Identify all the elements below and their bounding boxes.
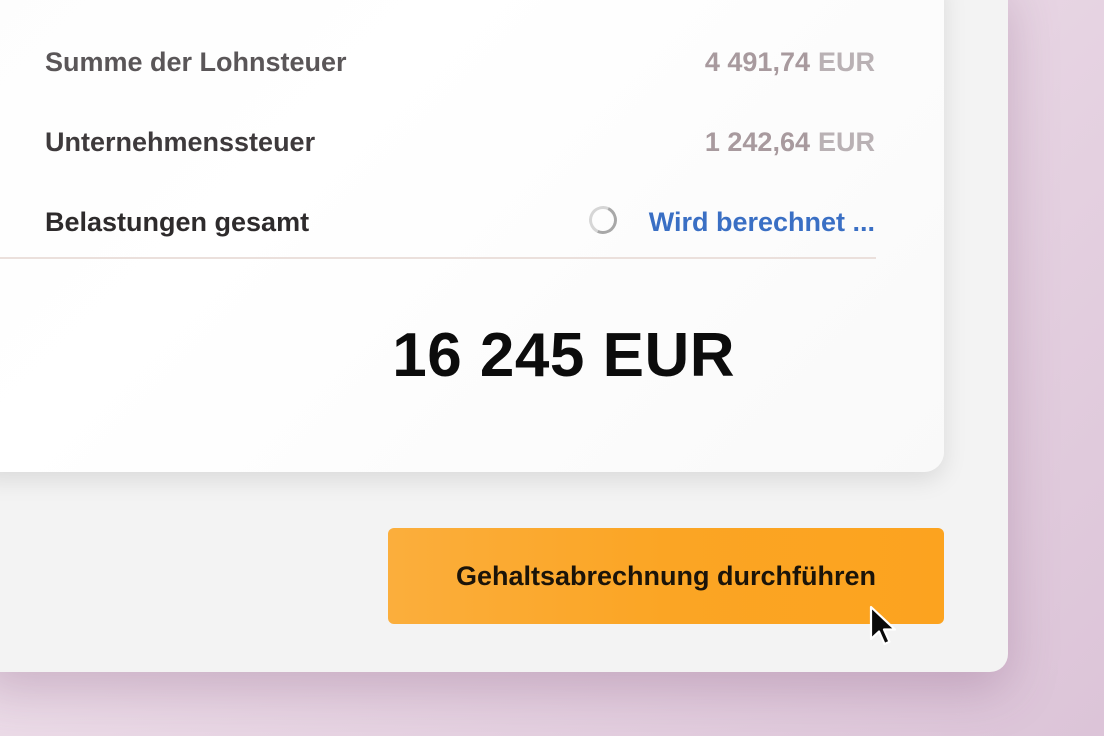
- summary-card: Summe der Lohnsteuer 4 491,74 EUR Unterne…: [0, 0, 944, 472]
- summary-row-wage-tax: Summe der Lohnsteuer 4 491,74 EUR: [45, 42, 875, 82]
- mouse-pointer-icon: [869, 605, 897, 646]
- row-amount: 4 491,74 EUR: [705, 42, 875, 82]
- total-amount: 16 245 EUR: [392, 321, 735, 390]
- amount-value: 4 491,74: [704, 47, 810, 77]
- summary-row-corporate-tax: Unternehmenssteuer 1 242,64 EUR: [45, 122, 875, 162]
- summary-row-total-charges: Belastungen gesamt Wird berechnet ...: [45, 202, 875, 242]
- run-payroll-button[interactable]: Gehaltsabrechnung durchführen: [388, 528, 944, 624]
- summary-divider: [0, 257, 876, 259]
- calculating-status: Wird berechnet ...: [648, 207, 875, 237]
- amount-currency: EUR: [817, 47, 875, 77]
- loading-spinner-icon: [585, 202, 621, 238]
- row-amount: 1 242,64 EUR: [705, 122, 875, 162]
- row-label: Belastungen gesamt: [45, 207, 310, 237]
- row-label: Unternehmenssteuer: [45, 127, 316, 157]
- row-label: Summe der Lohnsteuer: [45, 47, 347, 77]
- amount-value: 1 242,64: [704, 127, 810, 157]
- amount-currency: EUR: [817, 127, 875, 157]
